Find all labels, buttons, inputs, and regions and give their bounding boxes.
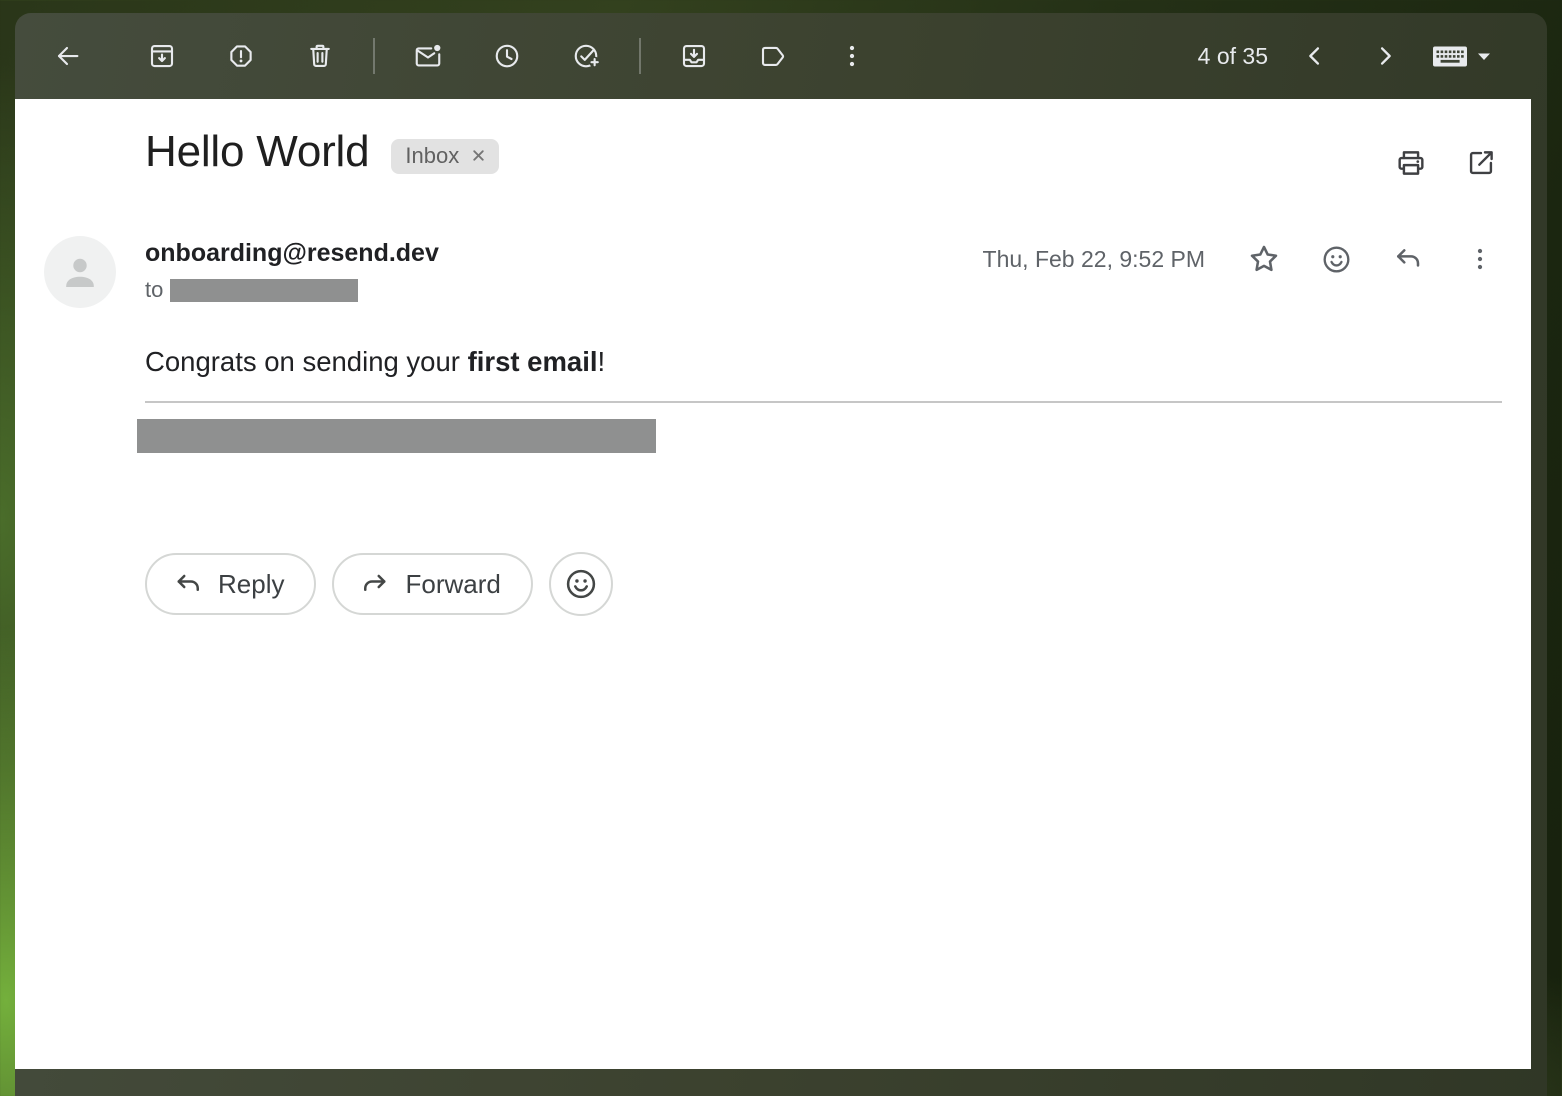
email-body: Congrats on sending your first email!	[145, 346, 605, 378]
subject-row: Hello World Inbox	[145, 127, 499, 177]
forward-button-label: Forward	[405, 569, 500, 600]
star-icon	[1246, 241, 1282, 277]
add-to-tasks-button[interactable]	[563, 33, 609, 79]
reply-arrow-icon	[1392, 243, 1424, 275]
remove-label-icon[interactable]	[470, 147, 487, 164]
sender-block: onboarding@resend.dev to s	[145, 236, 439, 303]
redacted-signature	[137, 419, 656, 453]
chevron-left-icon	[1301, 42, 1329, 70]
mark-unread-button[interactable]	[405, 33, 451, 79]
star-button[interactable]	[1241, 236, 1287, 282]
emoji-button[interactable]	[549, 552, 613, 616]
recipient-line[interactable]: to s	[145, 277, 439, 303]
input-tools-button[interactable]	[1432, 44, 1491, 69]
back-arrow-icon	[53, 41, 83, 71]
signature-divider	[145, 401, 1502, 403]
body-bold: first email	[468, 346, 598, 377]
move-to-icon	[679, 41, 709, 71]
move-to-button[interactable]	[671, 33, 717, 79]
sender-email: onboarding@resend.dev	[145, 239, 439, 268]
toolbar-divider	[373, 38, 375, 74]
body-prefix: Congrats on sending your	[145, 346, 468, 377]
archive-button[interactable]	[139, 33, 185, 79]
more-vert-icon	[1465, 244, 1495, 274]
mark-unread-icon	[413, 41, 443, 71]
reply-arrow-icon	[173, 569, 203, 599]
smiley-icon	[1320, 243, 1353, 276]
snooze-clock-icon	[492, 41, 522, 71]
snooze-button[interactable]	[484, 33, 530, 79]
pagination-counter: 4 of 35	[1198, 43, 1268, 70]
label-tag-icon	[758, 41, 788, 71]
inbox-label-chip[interactable]: Inbox	[391, 139, 499, 174]
newer-button[interactable]	[1292, 33, 1338, 79]
archive-icon	[147, 41, 177, 71]
open-in-new-icon	[1464, 146, 1498, 180]
toolbar-right-group: 4 of 35	[1198, 33, 1491, 79]
body-suffix: !	[597, 346, 605, 377]
inbox-label-text: Inbox	[405, 143, 459, 169]
toolbar-left-group	[45, 33, 875, 79]
report-spam-icon	[226, 41, 256, 71]
labels-button[interactable]	[750, 33, 796, 79]
open-in-new-button[interactable]	[1458, 140, 1504, 186]
redacted-recipient	[170, 279, 358, 302]
toolbar-organize-actions	[671, 33, 875, 79]
print-button[interactable]	[1388, 140, 1434, 186]
message-header-row: onboarding@resend.dev to s Thu, Feb 22, …	[44, 236, 1503, 308]
reply-icon-button[interactable]	[1385, 236, 1431, 282]
toolbar-status-actions	[405, 33, 609, 79]
email-subject: Hello World	[145, 127, 369, 177]
back-button[interactable]	[45, 33, 91, 79]
more-options-button[interactable]	[829, 33, 875, 79]
message-top-actions	[1388, 140, 1504, 186]
smiley-icon	[563, 566, 599, 602]
gmail-window: 4 of 35	[15, 13, 1547, 1096]
reply-button-label: Reply	[218, 569, 284, 600]
forward-arrow-icon	[360, 569, 390, 599]
sender-avatar[interactable]	[44, 236, 116, 308]
delete-button[interactable]	[297, 33, 343, 79]
email-content-pane: Hello World Inbox	[15, 99, 1531, 1069]
trash-icon	[305, 41, 335, 71]
message-actions-row: Reply Forward	[145, 552, 613, 616]
message-meta: Thu, Feb 22, 9:52 PM	[983, 236, 1503, 282]
more-vert-icon	[837, 41, 867, 71]
person-icon	[57, 249, 103, 295]
older-button[interactable]	[1362, 33, 1408, 79]
chevron-right-icon	[1371, 42, 1399, 70]
dropdown-arrow-icon	[1477, 52, 1491, 61]
more-message-options-button[interactable]	[1457, 236, 1503, 282]
email-toolbar: 4 of 35	[15, 13, 1547, 99]
print-icon	[1394, 146, 1428, 180]
emoji-reaction-button[interactable]	[1313, 236, 1359, 282]
toolbar-divider	[639, 38, 641, 74]
toolbar-mail-actions	[139, 33, 343, 79]
keyboard-icon	[1432, 44, 1468, 69]
add-to-tasks-icon	[571, 41, 601, 71]
forward-button[interactable]: Forward	[332, 553, 532, 615]
report-spam-button[interactable]	[218, 33, 264, 79]
email-date: Thu, Feb 22, 9:52 PM	[983, 246, 1205, 273]
reply-button[interactable]: Reply	[145, 553, 316, 615]
